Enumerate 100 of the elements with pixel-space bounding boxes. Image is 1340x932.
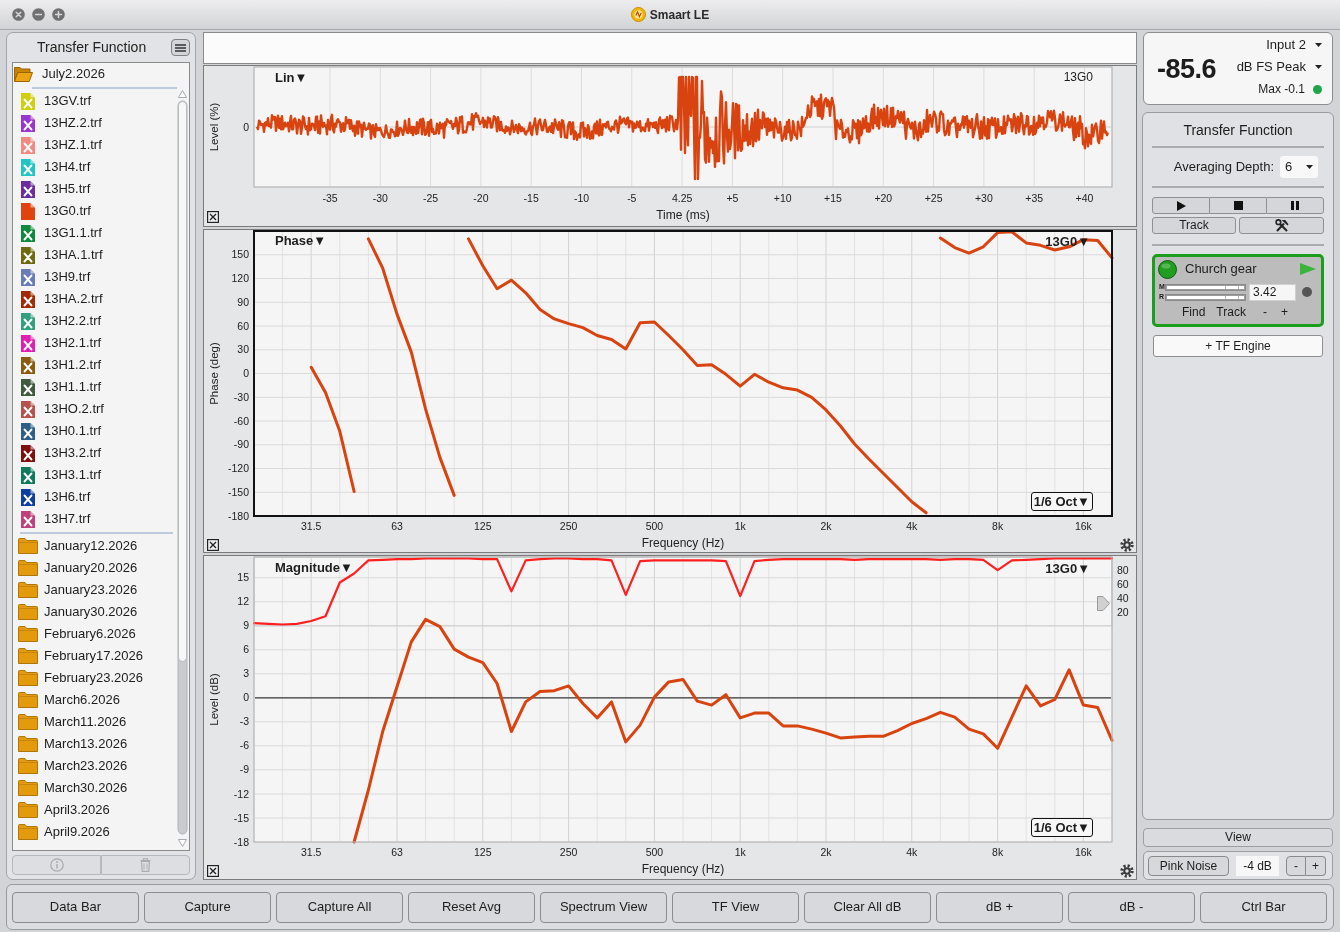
settings-icon[interactable] (1120, 864, 1134, 878)
file-item[interactable]: 13H9.trf (13, 266, 177, 288)
axis-tick-label: -150 (228, 485, 249, 498)
file-item[interactable]: 13H3.2.trf (13, 442, 177, 464)
file-item[interactable]: 13H2.2.trf (13, 310, 177, 332)
averaging-dropdown[interactable]: 6 (1280, 156, 1318, 178)
file-item[interactable]: 13H1.2.trf (13, 354, 177, 376)
toolbar-button[interactable]: Reset Avg (408, 891, 535, 923)
axis-tick-label: -35 (322, 192, 338, 204)
toolbar-button[interactable]: dB + (936, 891, 1063, 923)
toolbar-button[interactable]: Clear All dB (804, 891, 931, 923)
file-item[interactable]: 13H1.1.trf (13, 376, 177, 398)
folder-item[interactable]: February17.2026 (13, 645, 177, 667)
file-item[interactable]: 13H0.1.trf (13, 420, 177, 442)
file-item[interactable]: 13HA.2.trf (13, 288, 177, 310)
engine-button[interactable]: Track (1216, 305, 1246, 319)
track-button[interactable]: Track (1152, 217, 1236, 234)
axis-title: Phase (deg) (208, 342, 220, 405)
view-button[interactable]: View (1143, 828, 1333, 847)
axis-tick-label: 12 (237, 595, 249, 608)
folder-item[interactable]: April3.2026 (13, 799, 177, 821)
engine-button[interactable]: Find (1182, 305, 1206, 319)
axis-tick-label: -15 (523, 192, 539, 204)
file-item[interactable]: 13H3.1.trf (13, 464, 177, 486)
trace-dropdown[interactable]: 13G0▼ (1045, 561, 1090, 577)
stepper-button[interactable]: + (1306, 855, 1326, 876)
scale-dropdown[interactable]: Magnitude▼ (275, 560, 353, 576)
folder-item[interactable]: January23.2026 (13, 579, 177, 601)
axis-tick-label: -9 (239, 763, 249, 776)
settings-icon[interactable] (1120, 538, 1134, 552)
folder-item[interactable]: January20.2026 (13, 557, 177, 579)
scale-dropdown[interactable]: dB FS Peak (1236, 56, 1322, 78)
axis-tick-label: 4.25 (671, 192, 693, 204)
folder-item[interactable]: February6.2026 (13, 623, 177, 645)
folder-item[interactable]: April9.2026 (13, 821, 177, 843)
engine-button[interactable]: + (1280, 305, 1288, 319)
file-item[interactable]: 13HO.2.trf (13, 398, 177, 420)
stop-icon (1233, 201, 1243, 210)
axis-tick-label: 8k (992, 846, 1004, 858)
file-item[interactable]: 13H7.trf (13, 508, 177, 530)
axis-tick-label: -20 (473, 192, 489, 204)
gain-field[interactable]: -4 dB (1236, 855, 1279, 876)
close-icon[interactable] (207, 865, 219, 877)
input-dropdown[interactable]: Input 2 (1266, 34, 1322, 56)
folder-item[interactable]: March11.2026 (13, 711, 177, 733)
smoothing-dropdown[interactable]: 1/6 Oct▼ (1030, 492, 1093, 511)
axis-tick-label: -90 (233, 438, 249, 451)
delay-field[interactable]: 3.42 (1249, 283, 1296, 301)
add-engine-button[interactable]: + TF Engine (1153, 335, 1323, 357)
file-item[interactable]: 13HZ.2.trf (13, 112, 177, 134)
axis-tick-label: +15 (824, 192, 842, 204)
play-icon (1176, 200, 1186, 211)
scale-dropdown[interactable]: Lin▼ (275, 70, 308, 86)
file-item[interactable]: 13G0.trf (13, 200, 177, 222)
toolbar-button[interactable]: TF View (672, 891, 799, 923)
toolbar-button[interactable]: Capture All (276, 891, 403, 923)
engine-button[interactable]: - (1262, 305, 1267, 319)
folder-item[interactable]: March13.2026 (13, 733, 177, 755)
generator-button[interactable]: Pink Noise (1148, 855, 1229, 876)
pause-button[interactable] (1266, 197, 1324, 214)
axis-tick-label: 31.5 (301, 520, 322, 532)
file-item[interactable]: 13GV.trf (13, 90, 177, 112)
folder-item[interactable]: July2.2026 (13, 63, 177, 85)
folder-item[interactable]: February23.2026 (13, 667, 177, 689)
file-item[interactable]: 13HA.1.trf (13, 244, 177, 266)
toolbar-button[interactable]: dB - (1068, 891, 1195, 923)
axis-tick-label: 2k (820, 520, 832, 532)
play-button[interactable] (1152, 197, 1210, 214)
toolbar-button[interactable]: Ctrl Bar (1200, 891, 1327, 923)
file-item[interactable]: 13G1.1.trf (13, 222, 177, 244)
smoothing-dropdown[interactable]: 1/6 Oct▼ (1030, 818, 1093, 837)
stepper-button[interactable]: - (1286, 855, 1306, 876)
file-item[interactable]: 13H5.trf (13, 178, 177, 200)
axis-tick-label: -5 (627, 192, 637, 204)
axis-tick-label: 3 (243, 667, 249, 680)
file-item[interactable]: 13H6.trf (13, 486, 177, 508)
axis-tick-label: -10 (573, 192, 590, 204)
axis-tick-label: -30 (372, 192, 388, 204)
folder-item[interactable]: March6.2026 (13, 689, 177, 711)
menu-button[interactable] (171, 39, 190, 56)
folder-item[interactable]: March30.2026 (13, 777, 177, 799)
close-icon[interactable] (207, 211, 219, 223)
stop-button[interactable] (1210, 197, 1266, 214)
zoom-icon[interactable] (52, 8, 65, 21)
handle-icon[interactable] (1097, 596, 1110, 611)
toolbar-button[interactable]: Data Bar (12, 891, 139, 923)
minimize-icon[interactable] (32, 8, 45, 21)
file-item[interactable]: 13HZ.1.trf (13, 134, 177, 156)
toolbar-button[interactable]: Spectrum View (540, 891, 667, 923)
tools-button[interactable] (1239, 217, 1324, 234)
folder-item[interactable]: January30.2026 (13, 601, 177, 623)
folder-item[interactable]: March23.2026 (13, 755, 177, 777)
file-item[interactable]: 13H4.trf (13, 156, 177, 178)
scrollbar[interactable] (177, 88, 188, 849)
close-icon[interactable] (207, 539, 219, 551)
toolbar-button[interactable]: Capture (144, 891, 271, 923)
scale-dropdown[interactable]: Phase▼ (275, 233, 327, 249)
folder-item[interactable]: January12.2026 (13, 535, 177, 557)
file-item[interactable]: 13H2.1.trf (13, 332, 177, 354)
menu-icon (175, 43, 186, 52)
